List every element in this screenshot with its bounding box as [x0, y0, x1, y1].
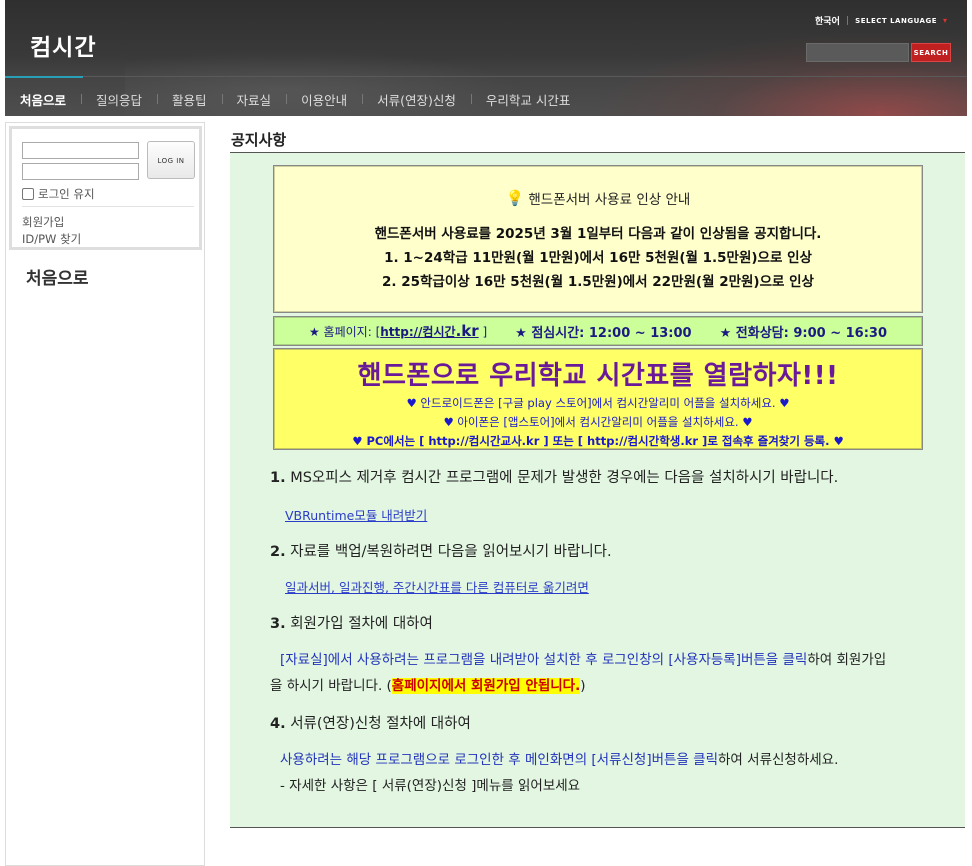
signup-warning-highlight: 홈페이지에서 회원가입 안됩니다. [391, 678, 581, 694]
find-id-link[interactable]: ID/PW 찾기 [22, 231, 81, 247]
notice-box: 💡 핸드폰서버 사용료 인상 안내 핸드폰서버 사용료를 2025년 3월 1일… [273, 165, 923, 313]
lunch-hours: ★ 점심시간: 12:00 ~ 13:00 [515, 325, 692, 341]
section-3-line-1: [자료실]에서 사용하려는 프로그램을 내려받아 설치한 후 로그인창의 [사용… [270, 647, 965, 673]
keep-login[interactable]: 로그인 유지 [22, 186, 95, 202]
keep-login-checkbox[interactable] [22, 188, 34, 200]
homepage-link-text[interactable]: http://컴시간 [380, 325, 455, 339]
notice-line-3: 2. 25학급이상 16만 5천원(월 1.5만원)에서 22만원(월 2만원)… [382, 274, 814, 290]
section-3-body-blue: [자료실]에서 사용하려는 프로그램을 내려받아 설치한 후 로그인창의 [사용… [280, 652, 808, 668]
section-4-heading: 4. 서류(연장)신청 절차에 대하여 [270, 712, 471, 733]
signup-link[interactable]: 회원가입 [22, 214, 64, 230]
site-logo[interactable]: 컴시간 [30, 28, 96, 62]
section-3-body-rest: 하여 회원가입 [807, 652, 887, 668]
content-panel: 💡 핸드폰서버 사용료 인상 안내 핸드폰서버 사용료를 2025년 3월 1일… [230, 153, 965, 828]
backup-guide-link[interactable]: 일과서버, 일과진행, 주간시간표를 다른 컴퓨터로 옮기려면 [285, 577, 589, 596]
username-input[interactable] [22, 142, 139, 159]
homepage-end: ] [478, 325, 488, 339]
section-3-number: 3. [270, 616, 286, 632]
section-4-line-2: - 자세한 사항은 [ 서류(연장)신청 ]메뉴를 읽어보세요 [280, 778, 581, 794]
site-header: 컴시간 한국어 | SELECT LANGUAGE ▾ SEARCH 처음으로 … [5, 0, 967, 116]
language-selector[interactable]: 한국어 | SELECT LANGUAGE ▾ [815, 14, 947, 28]
sidebar-title: 처음으로 [26, 269, 89, 289]
section-4-body: 사용하려는 해당 프로그램으로 로그인한 후 메인화면의 [서류신청]버튼을 클… [280, 747, 960, 799]
section-4-body-blue: 사용하려는 해당 프로그램으로 로그인한 후 메인화면의 [서류신청]버튼을 클… [280, 752, 719, 768]
section-4-number: 4. [270, 716, 286, 732]
phone-hours: ★ 전화상담: 9:00 ~ 16:30 [719, 325, 887, 341]
section-4-text: 서류(연장)신청 절차에 대하여 [290, 716, 471, 732]
search-input[interactable] [806, 43, 909, 62]
promo-box: 핸드폰으로 우리학교 시간표를 열람하자!!! ♥ 안드로이드폰은 [구글 pl… [273, 348, 923, 450]
promo-title: 핸드폰으로 우리학교 시간표를 열람하자!!! [357, 361, 839, 391]
search-button[interactable]: SEARCH [911, 43, 951, 62]
nav-item-tips[interactable]: 활용팁 [157, 90, 222, 109]
section-2-heading: 2. 자료를 백업/복원하려면 다음을 읽어보시기 바랍니다. [270, 540, 612, 561]
nav-item-guide[interactable]: 이용안내 [286, 90, 362, 109]
section-4-body-rest: 하여 서류신청하세요. [718, 752, 839, 768]
notice-heading: 💡 핸드폰서버 사용료 인상 안내 [274, 188, 922, 208]
lightbulb-icon: 💡 [505, 189, 525, 207]
promo-android: ♥ 안드로이드폰은 [구글 play 스토어]에서 컴시간알리미 어플을 설치하… [406, 396, 790, 410]
nav-item-documents[interactable]: 서류(연장)신청 [362, 90, 471, 109]
homepage-label: ★ 홈페이지: [ [308, 325, 381, 339]
nav-item-library[interactable]: 자료실 [221, 90, 287, 109]
nav-accent-line [5, 76, 83, 78]
nav-divider [83, 76, 967, 77]
homepage-link[interactable]: http://컴시간.kr [380, 322, 479, 340]
sidebar: LOG IN 로그인 유지 회원가입 ID/PW 찾기 처음으로 [5, 122, 205, 866]
section-1-number: 1. [270, 470, 286, 486]
section-3-line-2-end: ) [580, 678, 586, 694]
keep-login-label: 로그인 유지 [38, 187, 95, 201]
current-language[interactable]: 한국어 [815, 14, 840, 27]
page-title: 공지사항 [231, 131, 287, 149]
promo-pc: ♥ PC에서는 [ http://컴시간교사.kr ] 또는 [ http://… [352, 434, 844, 448]
chevron-down-icon[interactable]: ▾ [943, 16, 947, 25]
section-4-line-1: 사용하려는 해당 프로그램으로 로그인한 후 메인화면의 [서류신청]버튼을 클… [280, 747, 960, 773]
nav-item-home[interactable]: 처음으로 [20, 90, 81, 109]
select-language-label[interactable]: SELECT LANGUAGE [855, 17, 937, 25]
notice-line-2: 1. 1~24학급 11만원(월 1만원)에서 16만 5천원(월 1.5만원)… [384, 250, 812, 266]
nav-item-qna[interactable]: 질의응답 [81, 90, 157, 109]
section-3-line-2: 을 하시기 바랍니다. (홈페이지에서 회원가입 안됩니다.) [270, 673, 965, 699]
section-2-text: 자료를 백업/복원하려면 다음을 읽어보시기 바랍니다. [290, 544, 612, 560]
main-nav: 처음으로 질의응답 활용팁 자료실 이용안내 서류(연장)신청 우리학교 시간표 [5, 82, 585, 116]
section-3-body: [자료실]에서 사용하려는 프로그램을 내려받아 설치한 후 로그인창의 [사용… [270, 647, 965, 699]
info-bar: ★ 홈페이지: [http://컴시간.kr ] ★ 점심시간: 12:00 ~… [273, 316, 923, 346]
section-3-heading: 3. 회원가입 절차에 대하여 [270, 612, 433, 633]
homepage-link-tld[interactable]: .kr [456, 322, 479, 340]
language-separator: | [845, 15, 850, 26]
login-box: LOG IN 로그인 유지 회원가입 ID/PW 찾기 [9, 126, 202, 250]
password-input[interactable] [22, 163, 139, 180]
vbruntime-download-link[interactable]: VBRuntime모듈 내려받기 [285, 505, 427, 524]
login-divider [22, 206, 194, 207]
notice-title: 핸드폰서버 사용료 인상 안내 [528, 192, 691, 208]
section-1-text: MS오피스 제거후 컴시간 프로그램에 문제가 발생한 경우에는 다음을 설치하… [290, 470, 839, 486]
notice-line-1: 핸드폰서버 사용료를 2025년 3월 1일부터 다음과 같이 인상됨을 공지합… [374, 226, 822, 242]
header-glow [587, 30, 967, 116]
homepage-info: ★ 홈페이지: [http://컴시간.kr ] [309, 322, 487, 340]
section-3-text: 회원가입 절차에 대하여 [290, 616, 433, 632]
login-button[interactable]: LOG IN [147, 141, 195, 179]
section-1-heading: 1. MS오피스 제거후 컴시간 프로그램에 문제가 발생한 경우에는 다음을 … [270, 466, 838, 487]
section-2-number: 2. [270, 544, 286, 560]
promo-iphone: ♥ 아이폰은 [앱스토어]에서 컴시간알리미 어플을 설치하세요. ♥ [443, 415, 753, 429]
nav-item-timetable[interactable]: 우리학교 시간표 [470, 90, 585, 109]
section-3-line-2-text: 을 하시기 바랍니다. ( [270, 678, 392, 694]
